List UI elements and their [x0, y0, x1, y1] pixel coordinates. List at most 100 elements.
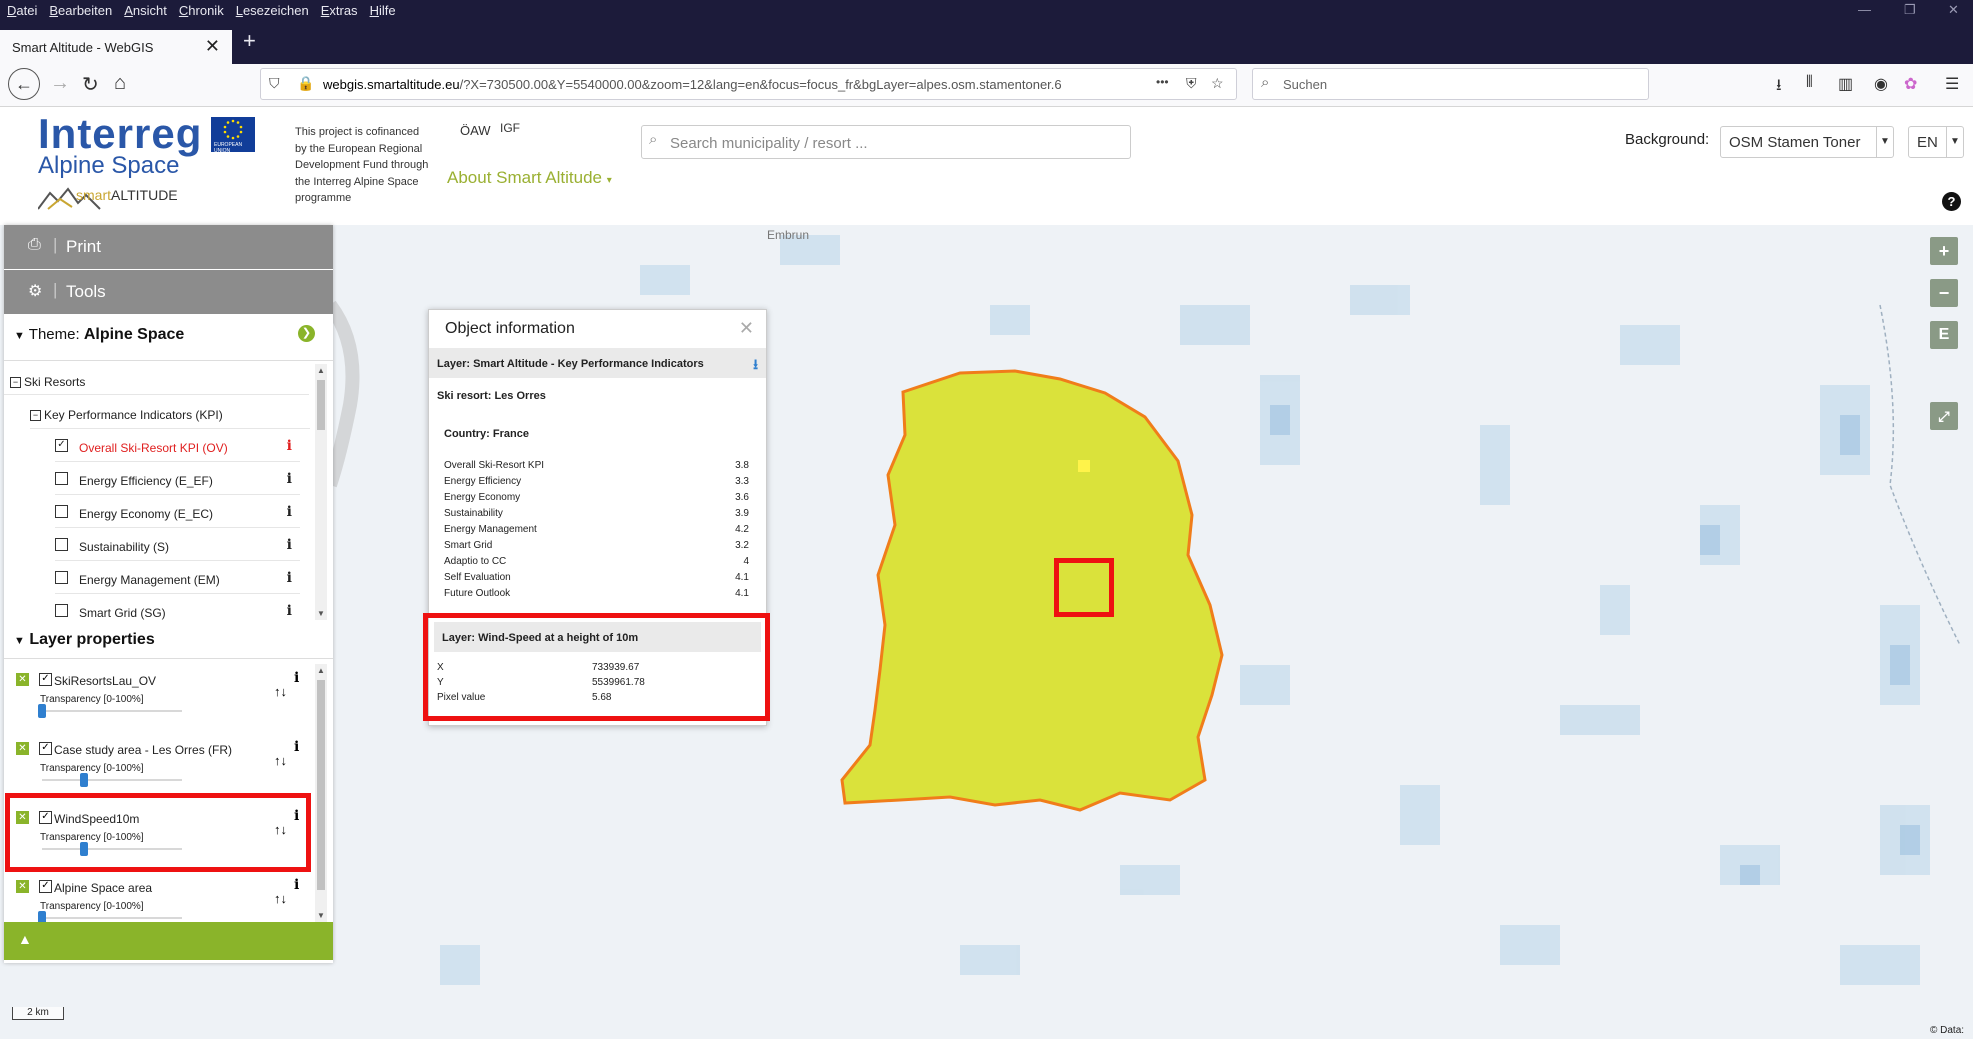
info-icon[interactable]: i — [287, 537, 292, 553]
print-button[interactable]: ⎙ | Print — [4, 225, 333, 269]
scroll-up-icon[interactable]: ▲ — [315, 366, 327, 375]
info-icon[interactable]: i — [294, 670, 299, 686]
collapse-icon[interactable]: − — [10, 377, 21, 389]
extent-button[interactable]: E — [1930, 321, 1958, 349]
url-bar[interactable]: ⛉ 🔒 webgis.smartaltitude.eu/?X=730500.00… — [260, 68, 1237, 100]
tree-item-overall-kpi[interactable]: ✓ Overall Ski-Resort KPI (OV) i — [55, 435, 300, 462]
slider-handle[interactable] — [38, 704, 46, 718]
transparency-slider[interactable] — [42, 917, 182, 919]
zoom-out-button[interactable]: − — [1930, 279, 1958, 307]
tree-scrollbar[interactable]: ▲ ▼ — [315, 364, 327, 620]
reorder-arrows-icon[interactable]: ↑↓ — [274, 753, 287, 768]
language-select[interactable]: EN ▼ — [1908, 126, 1964, 158]
transparency-slider[interactable] — [42, 710, 182, 712]
layers-scrollbar[interactable]: ▲ ▼ — [315, 664, 327, 922]
minimize-icon[interactable]: — — [1858, 2, 1871, 17]
scroll-up-icon[interactable]: ▲ — [315, 666, 327, 675]
browser-tab[interactable]: Smart Altitude - WebGIS ✕ — [0, 30, 232, 64]
zoom-in-button[interactable]: + — [1930, 237, 1958, 265]
collapse-icon[interactable]: − — [30, 410, 41, 422]
sidebar-collapse-bar[interactable]: ▲ — [4, 922, 333, 960]
extension-icon[interactable]: ✿ — [1904, 74, 1917, 94]
layer-row[interactable]: ✕ ✓ SkiResortsLau_OV i ↑↓ Transparency [… — [12, 670, 312, 738]
close-window-icon[interactable]: ✕ — [1948, 2, 1959, 18]
chevron-up-icon[interactable]: ▲ — [18, 931, 32, 947]
layer-visibility-checkbox[interactable]: ✓ — [39, 880, 52, 893]
tree-item-energy-economy[interactable]: Energy Economy (E_EC) i — [55, 501, 300, 528]
remove-layer-icon[interactable]: ✕ — [16, 880, 29, 893]
tree-item-energy-management[interactable]: Energy Management (EM) i — [55, 567, 300, 594]
shield-icon[interactable]: ⛉ — [269, 75, 280, 92]
about-menu[interactable]: About Smart Altitude ▾ — [447, 168, 612, 188]
sidebar-icon[interactable]: ▥ — [1838, 74, 1853, 94]
fullscreen-icon[interactable]: ⤢ — [1930, 402, 1958, 430]
restore-icon[interactable]: ❐ — [1904, 2, 1916, 18]
tree-item-sustainability[interactable]: Sustainability (S) i — [55, 534, 300, 561]
insecure-lock-icon[interactable]: 🔒 — [297, 75, 314, 92]
info-icon[interactable]: i — [294, 877, 299, 893]
checkbox[interactable] — [55, 604, 68, 617]
url-text[interactable]: webgis.smartaltitude.eu/?X=730500.00&Y=5… — [323, 77, 1143, 92]
remove-layer-icon[interactable]: ✕ — [16, 742, 29, 755]
layer-visibility-checkbox[interactable]: ✓ — [39, 742, 52, 755]
municipality-search-input[interactable]: ⌕ Search municipality / resort ... — [641, 125, 1131, 159]
menu-bearbeiten[interactable]: Bearbeiten — [42, 0, 117, 18]
bookmark-star-icon[interactable]: ☆ — [1211, 75, 1224, 92]
download-icon[interactable]: ⭳ — [753, 354, 758, 378]
info-icon[interactable]: i — [287, 603, 292, 619]
checkbox[interactable] — [55, 571, 68, 584]
reload-icon[interactable]: ↻ — [82, 72, 99, 97]
scroll-down-icon[interactable]: ▼ — [315, 609, 327, 618]
info-icon[interactable]: i — [287, 438, 292, 454]
scroll-thumb[interactable] — [317, 680, 325, 890]
theme-go-icon[interactable]: ❯ — [298, 325, 315, 342]
new-tab-icon[interactable]: + — [243, 28, 256, 54]
transparency-slider[interactable] — [42, 779, 182, 781]
menu-hilfe[interactable]: Hilfe — [363, 0, 401, 18]
tools-button[interactable]: ⚙ | Tools — [4, 270, 333, 314]
tree-root-ski-resorts[interactable]: − Ski Resorts — [10, 375, 85, 389]
info-icon[interactable]: i — [294, 739, 299, 755]
layer-properties-title[interactable]: ▼ Layer properties — [14, 631, 155, 649]
tab-close-icon[interactable]: ✕ — [205, 36, 220, 57]
scroll-down-icon[interactable]: ▼ — [315, 911, 327, 920]
pocket-icon[interactable]: ⛨ — [1186, 75, 1197, 92]
hamburger-menu-icon[interactable]: ☰ — [1945, 74, 1959, 94]
menu-datei[interactable]: Datei — [0, 0, 42, 18]
info-icon[interactable]: i — [287, 471, 292, 487]
checkbox[interactable]: ✓ — [55, 439, 68, 452]
theme-selector[interactable]: ▼ Theme: Alpine Space — [14, 326, 184, 344]
download-icon[interactable]: ⭳ — [1776, 74, 1782, 101]
background-select[interactable]: OSM Stamen Toner ▼ — [1720, 126, 1894, 158]
checkbox[interactable] — [55, 472, 68, 485]
library-icon[interactable]: ⫴ — [1806, 74, 1813, 92]
reorder-arrows-icon[interactable]: ↑↓ — [274, 891, 287, 906]
tree-item-smart-grid[interactable]: Smart Grid (SG) i — [55, 600, 300, 626]
menu-lesezeichen[interactable]: Lesezeichen — [229, 0, 314, 18]
close-icon[interactable]: ✕ — [739, 318, 754, 339]
account-icon[interactable]: ◉ — [1874, 74, 1888, 94]
info-icon[interactable]: i — [287, 504, 292, 520]
browser-search-input[interactable]: ⌕ Suchen — [1252, 68, 1649, 100]
reorder-arrows-icon[interactable]: ↑↓ — [274, 684, 287, 699]
checkbox[interactable] — [55, 538, 68, 551]
home-icon[interactable]: ⌂ — [114, 72, 126, 95]
page-actions-icon[interactable]: ••• — [1156, 75, 1169, 89]
checkbox[interactable] — [55, 505, 68, 518]
remove-layer-icon[interactable]: ✕ — [16, 673, 29, 686]
menu-chronik[interactable]: Chronik — [172, 0, 229, 18]
info-icon[interactable]: i — [287, 570, 292, 586]
back-icon[interactable]: ← — [8, 68, 40, 100]
map-attribution[interactable]: © Data: — [1930, 1025, 1964, 1036]
tree-group-kpi[interactable]: − Key Performance Indicators (KPI) — [30, 408, 223, 422]
menu-ansicht[interactable]: Ansicht — [117, 0, 172, 18]
slider-handle[interactable] — [38, 911, 46, 922]
forward-icon[interactable]: → — [50, 72, 70, 95]
layer-visibility-checkbox[interactable]: ✓ — [39, 673, 52, 686]
menu-extras[interactable]: Extras — [314, 0, 363, 18]
layer-row[interactable]: ✕ ✓ Alpine Space area i ↑↓ Transparency … — [12, 877, 312, 922]
slider-handle[interactable] — [80, 773, 88, 787]
tree-item-energy-efficiency[interactable]: Energy Efficiency (E_EF) i — [55, 468, 300, 495]
help-icon[interactable]: ? — [1942, 192, 1961, 211]
scroll-thumb[interactable] — [317, 380, 325, 430]
